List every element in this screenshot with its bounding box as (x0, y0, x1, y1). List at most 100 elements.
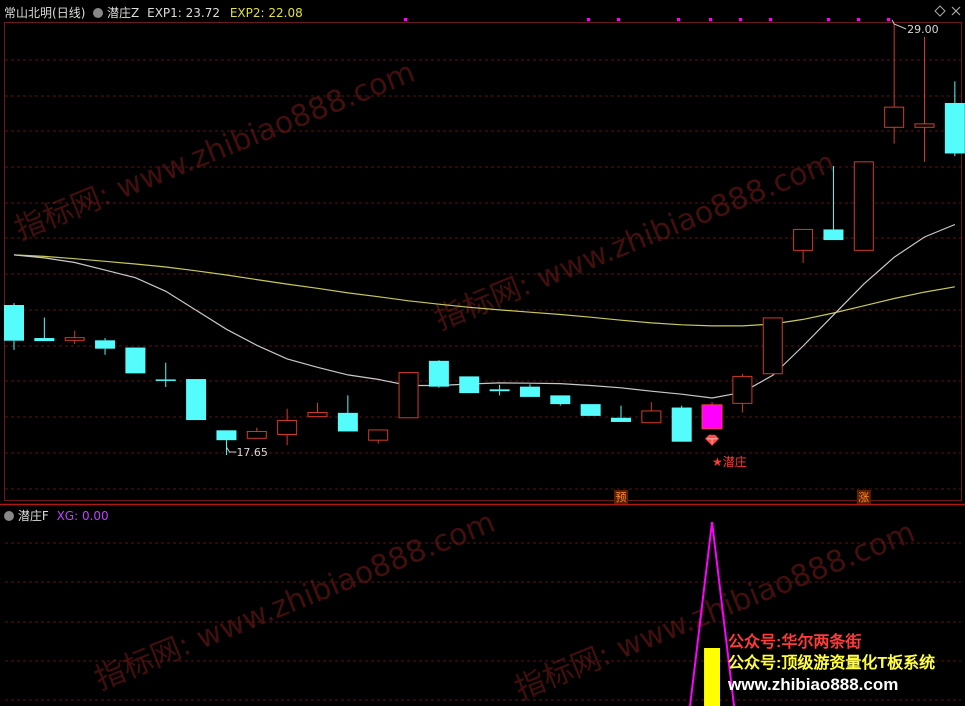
candle (64, 330, 85, 345)
candle (337, 395, 358, 432)
promo-line-2: 公众号:顶级游资量化T板系统 (728, 655, 936, 672)
candle-body (671, 407, 692, 442)
high-price-label: 29.00 (907, 23, 939, 36)
candle-body (489, 389, 510, 392)
candle-body (459, 376, 480, 394)
watermark-text: 指标网: www.zhibiao888.com (10, 55, 420, 248)
candle-body (277, 419, 298, 435)
watermark-text: 指标网: www.zhibiao888.com (430, 145, 840, 338)
candle (884, 24, 905, 144)
candle-body (701, 404, 723, 430)
candle-body (914, 123, 935, 128)
candle-body (428, 360, 449, 387)
candle-body (580, 404, 601, 416)
candle (459, 376, 480, 394)
candle (246, 427, 267, 439)
promo-block: 公众号:华尔两条街 公众号:顶级游资量化T板系统 www.zhibiao888.… (728, 632, 935, 695)
candle (641, 402, 662, 424)
candle-body (216, 430, 237, 441)
candle (732, 373, 753, 413)
low-annotation: 17.65 (226, 446, 268, 459)
low-price-label: 17.65 (236, 446, 268, 459)
sub-header: 潜庄F XG: 0.00 (4, 507, 109, 524)
chart-stage: 指标网: www.zhibiao888.com 指标网: www.zhibiao8… (0, 0, 965, 706)
candle-body (4, 305, 24, 341)
candle (307, 402, 328, 418)
marker-yu: 预 (614, 490, 628, 504)
candle-body (793, 228, 814, 251)
signal-gem-icon (705, 434, 720, 446)
candle-body (944, 102, 965, 154)
candle (489, 384, 510, 396)
period-label: (日线) (52, 6, 86, 20)
candles-group (4, 24, 965, 455)
candle (550, 395, 571, 406)
candle (155, 362, 176, 388)
candle-body (155, 379, 176, 381)
xg-value: 0.00 (81, 509, 109, 523)
xg-signal-bar (704, 648, 721, 706)
candle (216, 430, 237, 455)
candle (4, 303, 24, 350)
candle-body (732, 375, 753, 404)
top-dots (404, 18, 890, 21)
candle (671, 405, 692, 442)
candle (277, 408, 298, 446)
candle-body (823, 229, 844, 241)
candle-body (762, 317, 783, 375)
candle-body (307, 411, 328, 418)
watermark-text: 指标网: www.zhibiao888.com (90, 505, 500, 698)
candle-body (186, 379, 207, 421)
candle-body (611, 417, 631, 422)
candle (95, 338, 116, 355)
exp1-value: 23.72 (185, 6, 221, 20)
candle (914, 36, 935, 162)
candle-body (519, 386, 540, 397)
candle (793, 228, 814, 263)
xg-label: XG: (56, 509, 79, 523)
candle-body (550, 395, 571, 405)
candle-body (368, 429, 389, 441)
candle (125, 347, 146, 374)
indicator-name[interactable]: 潜庄Z (107, 6, 139, 20)
candle (186, 379, 207, 421)
candle (580, 404, 601, 416)
exp1-label: EXP1: (147, 6, 182, 20)
candle-body (853, 161, 874, 251)
main-panel-border (4, 22, 962, 501)
svg-text:预: 预 (616, 491, 627, 504)
candle-body (34, 338, 55, 342)
candle (611, 405, 631, 422)
candle-body (337, 412, 358, 432)
candle (368, 429, 389, 444)
signal-label: ★潜庄 (712, 454, 747, 469)
exp2-value: 22.08 (268, 6, 303, 20)
candle-body (246, 430, 267, 439)
candle (762, 317, 783, 375)
promo-line-3: www.zhibiao888.com (728, 675, 899, 694)
close-icon[interactable] (951, 6, 961, 16)
candle (428, 360, 449, 388)
candle-body (641, 410, 662, 424)
main-grid (5, 59, 961, 490)
marker-zhang: 涨 (856, 490, 871, 504)
stock-name: 常山北明 (4, 6, 53, 20)
candle-body (64, 337, 85, 341)
svg-text:涨: 涨 (858, 491, 869, 504)
candle-body (95, 340, 116, 349)
candle-body (398, 372, 419, 419)
candle (853, 161, 874, 251)
candle (34, 317, 55, 342)
sub-indicator-name[interactable]: 潜庄F (18, 509, 49, 523)
main-header: 常山北明(日线) 潜庄Z EXP1: 23.72 EXP2: 22.08 (4, 4, 303, 21)
diamond-icon[interactable] (934, 5, 946, 17)
collapse-icon[interactable] (93, 8, 104, 18)
promo-line-1: 公众号:华尔两条街 (728, 634, 862, 651)
candle (701, 402, 723, 430)
exp2-label: EXP2: (229, 6, 265, 20)
candle-body (884, 106, 905, 128)
sub-collapse-icon[interactable] (4, 511, 14, 521)
main-price-chart[interactable]: 指标网: www.zhibiao888.com 指标网: www.zhibiao8… (0, 0, 965, 706)
candle (398, 372, 419, 419)
candle (519, 384, 540, 397)
